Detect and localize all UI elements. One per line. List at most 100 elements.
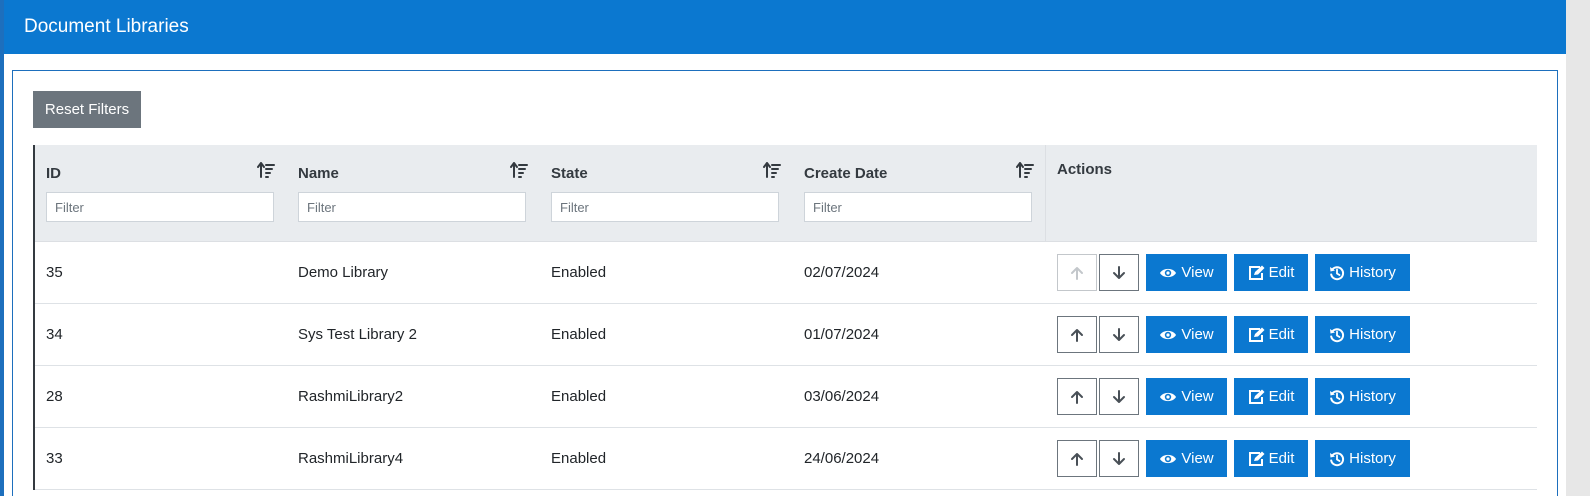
- table-header: ID Name State: [35, 145, 1537, 242]
- history-button-label: History: [1349, 264, 1396, 281]
- sort-icon[interactable]: [510, 161, 528, 179]
- sort-icon[interactable]: [763, 161, 781, 179]
- cell-create-date: 24/06/2024: [804, 450, 880, 467]
- page-header: Document Libraries: [4, 0, 1566, 54]
- edit-button-label: Edit: [1268, 264, 1295, 281]
- column-header-id: ID: [35, 145, 287, 241]
- arrow-down-icon: [1113, 265, 1125, 279]
- arrow-down-icon: [1113, 451, 1125, 465]
- edit-icon: [1248, 389, 1265, 404]
- table-row: 34 Sys Test Library 2 Enabled 01/07/2024…: [35, 304, 1537, 366]
- column-label-actions: Actions: [1057, 161, 1113, 178]
- window-left-edge: [0, 0, 4, 496]
- column-label-create-date: Create Date: [804, 165, 888, 182]
- edit-icon: [1248, 265, 1265, 280]
- eye-icon: [1160, 330, 1177, 339]
- edit-button[interactable]: Edit: [1234, 378, 1308, 415]
- column-header-name: Name: [287, 145, 540, 241]
- scrollbar-track[interactable]: [1566, 0, 1590, 496]
- cell-state: Enabled: [551, 264, 607, 281]
- cell-id: 35: [46, 264, 63, 281]
- view-button-label: View: [1181, 326, 1214, 343]
- move-up-button[interactable]: [1057, 440, 1097, 477]
- arrow-down-icon: [1113, 327, 1125, 341]
- table-row: 35 Demo Library Enabled 02/07/2024 View …: [35, 242, 1537, 304]
- history-button[interactable]: History: [1315, 440, 1410, 477]
- libraries-table: ID Name State: [33, 145, 1537, 490]
- move-down-button[interactable]: [1099, 378, 1139, 415]
- move-down-button[interactable]: [1099, 254, 1139, 291]
- move-up-button[interactable]: [1057, 316, 1097, 353]
- page: Document Libraries Reset Filters ID Name: [0, 0, 1590, 496]
- view-button-label: View: [1181, 388, 1214, 405]
- cell-state: Enabled: [551, 326, 607, 343]
- column-label-id: ID: [46, 165, 61, 182]
- libraries-panel: Reset Filters ID Name: [12, 70, 1558, 496]
- history-icon: [1330, 265, 1345, 280]
- cell-create-date: 01/07/2024: [804, 326, 880, 343]
- id-filter-input[interactable]: [46, 192, 274, 222]
- create-date-filter-input[interactable]: [804, 192, 1032, 222]
- eye-icon: [1160, 454, 1177, 463]
- view-button-label: View: [1181, 264, 1214, 281]
- edit-button-label: Edit: [1268, 450, 1295, 467]
- cell-state: Enabled: [551, 450, 607, 467]
- history-icon: [1330, 389, 1345, 404]
- arrow-up-icon: [1071, 390, 1083, 404]
- edit-button[interactable]: Edit: [1234, 316, 1308, 353]
- cell-id: 34: [46, 326, 63, 343]
- history-button[interactable]: History: [1315, 316, 1410, 353]
- arrow-up-icon: [1071, 328, 1083, 342]
- edit-button[interactable]: Edit: [1234, 440, 1308, 477]
- edit-button-label: Edit: [1268, 388, 1295, 405]
- move-down-button[interactable]: [1099, 316, 1139, 353]
- eye-icon: [1160, 392, 1177, 401]
- eye-icon: [1160, 268, 1177, 277]
- view-button-label: View: [1181, 450, 1214, 467]
- view-button[interactable]: View: [1146, 440, 1227, 477]
- table-body: 35 Demo Library Enabled 02/07/2024 View …: [35, 242, 1537, 490]
- cell-create-date: 03/06/2024: [804, 388, 880, 405]
- state-filter-input[interactable]: [551, 192, 779, 222]
- reset-filters-button[interactable]: Reset Filters: [33, 91, 141, 128]
- column-header-actions: Actions: [1045, 145, 1536, 241]
- history-button[interactable]: History: [1315, 254, 1410, 291]
- table-row: 33 RashmiLibrary4 Enabled 24/06/2024 Vie…: [35, 428, 1537, 490]
- edit-icon: [1248, 451, 1265, 466]
- column-header-create-date: Create Date: [793, 145, 1046, 241]
- cell-id: 33: [46, 450, 63, 467]
- cell-name: RashmiLibrary2: [298, 388, 404, 405]
- history-icon: [1330, 327, 1345, 342]
- history-icon: [1330, 451, 1345, 466]
- column-label-state: State: [551, 165, 588, 182]
- move-down-button[interactable]: [1099, 440, 1139, 477]
- column-header-state: State: [540, 145, 793, 241]
- history-button-label: History: [1349, 326, 1396, 343]
- cell-create-date: 02/07/2024: [804, 264, 880, 281]
- arrow-down-icon: [1113, 389, 1125, 403]
- cell-id: 28: [46, 388, 63, 405]
- table-row: 28 RashmiLibrary2 Enabled 03/06/2024 Vie…: [35, 366, 1537, 428]
- move-up-button[interactable]: [1057, 254, 1097, 291]
- cell-name: Sys Test Library 2: [298, 326, 417, 343]
- edit-icon: [1248, 327, 1265, 342]
- page-title: Document Libraries: [24, 16, 189, 37]
- view-button[interactable]: View: [1146, 316, 1227, 353]
- cell-name: Demo Library: [298, 264, 389, 281]
- sort-icon[interactable]: [1016, 161, 1034, 179]
- move-up-button[interactable]: [1057, 378, 1097, 415]
- edit-button[interactable]: Edit: [1234, 254, 1308, 291]
- cell-state: Enabled: [551, 388, 607, 405]
- edit-button-label: Edit: [1268, 326, 1295, 343]
- column-label-name: Name: [298, 165, 339, 182]
- name-filter-input[interactable]: [298, 192, 526, 222]
- view-button[interactable]: View: [1146, 254, 1227, 291]
- history-button-label: History: [1349, 388, 1396, 405]
- arrow-up-icon: [1071, 452, 1083, 466]
- arrow-up-icon: [1071, 266, 1083, 280]
- history-button[interactable]: History: [1315, 378, 1410, 415]
- view-button[interactable]: View: [1146, 378, 1227, 415]
- history-button-label: History: [1349, 450, 1396, 467]
- cell-name: RashmiLibrary4: [298, 450, 404, 467]
- sort-icon[interactable]: [257, 161, 275, 179]
